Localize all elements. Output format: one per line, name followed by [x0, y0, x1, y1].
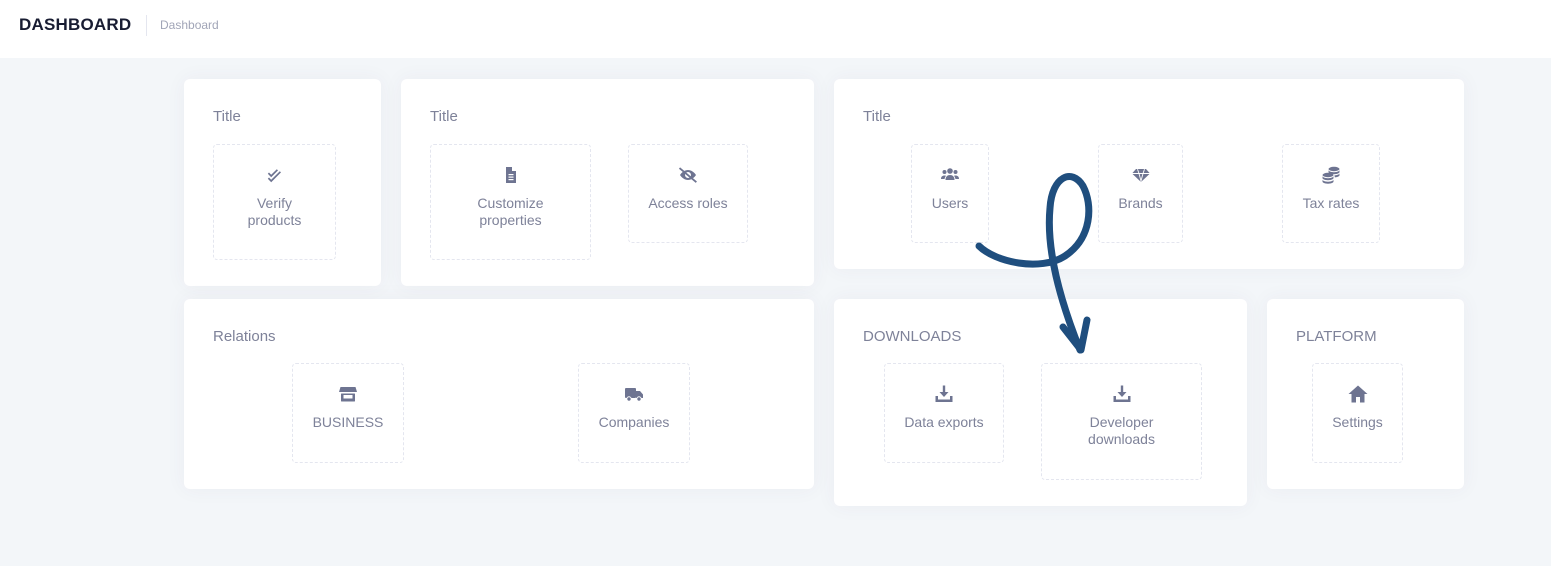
users-icon: [940, 165, 960, 185]
access-roles-tile[interactable]: Access roles: [628, 144, 748, 243]
home-icon: [1348, 384, 1368, 404]
tile-label: Access roles: [648, 195, 728, 211]
verify-card: Title Verify products: [184, 79, 381, 286]
tile-label: Brands: [1118, 195, 1163, 211]
verify-products-tile[interactable]: Verify products: [213, 144, 336, 260]
breadcrumb[interactable]: Dashboard: [160, 18, 219, 32]
card-title: Title: [430, 108, 458, 125]
header-divider: [146, 15, 147, 36]
top-bar: DASHBOARD Dashboard: [0, 0, 1551, 58]
card-title: DOWNLOADS: [863, 328, 962, 345]
tile-label: Verify products: [247, 195, 302, 228]
double-check-icon: [265, 165, 285, 185]
truck-icon: [624, 384, 644, 404]
catalog-card: Title Users Brands Tax rates: [834, 79, 1464, 269]
app-title: DASHBOARD: [19, 15, 132, 34]
tile-label: Customize properties: [477, 195, 544, 228]
platform-card: PLATFORM Settings: [1267, 299, 1464, 489]
card-title: PLATFORM: [1296, 328, 1377, 345]
data-exports-tile[interactable]: Data exports: [884, 363, 1004, 463]
companies-tile[interactable]: Companies: [578, 363, 690, 463]
tile-label: Data exports: [904, 414, 984, 430]
tile-label: Companies: [598, 414, 670, 430]
download-icon: [934, 384, 954, 404]
download-icon: [1112, 384, 1132, 404]
downloads-card: DOWNLOADS Data exports Developer downloa…: [834, 299, 1247, 506]
settings-tile[interactable]: Settings: [1312, 363, 1403, 463]
gem-icon: [1131, 165, 1151, 185]
tile-label: Developer downloads: [1088, 414, 1155, 447]
users-tile[interactable]: Users: [911, 144, 989, 243]
eye-slash-icon: [678, 165, 698, 185]
tax-rates-tile[interactable]: Tax rates: [1282, 144, 1380, 243]
brands-tile[interactable]: Brands: [1098, 144, 1183, 243]
coins-icon: [1321, 165, 1341, 185]
store-icon: [338, 384, 358, 404]
developer-downloads-tile[interactable]: Developer downloads: [1041, 363, 1202, 480]
relations-card: Relations BUSINESS Companies: [184, 299, 814, 489]
tile-label: Tax rates: [1302, 195, 1360, 211]
customize-properties-tile[interactable]: Customize properties: [430, 144, 591, 260]
document-icon: [501, 165, 521, 185]
properties-card: Title Customize properties Access roles: [401, 79, 814, 286]
tile-label: Users: [931, 195, 969, 211]
business-tile[interactable]: BUSINESS: [292, 363, 404, 463]
card-title: Title: [213, 108, 241, 125]
tile-label: Settings: [1332, 414, 1383, 430]
tile-label: BUSINESS: [312, 414, 384, 430]
card-title: Title: [863, 108, 891, 125]
card-title: Relations: [213, 328, 276, 345]
